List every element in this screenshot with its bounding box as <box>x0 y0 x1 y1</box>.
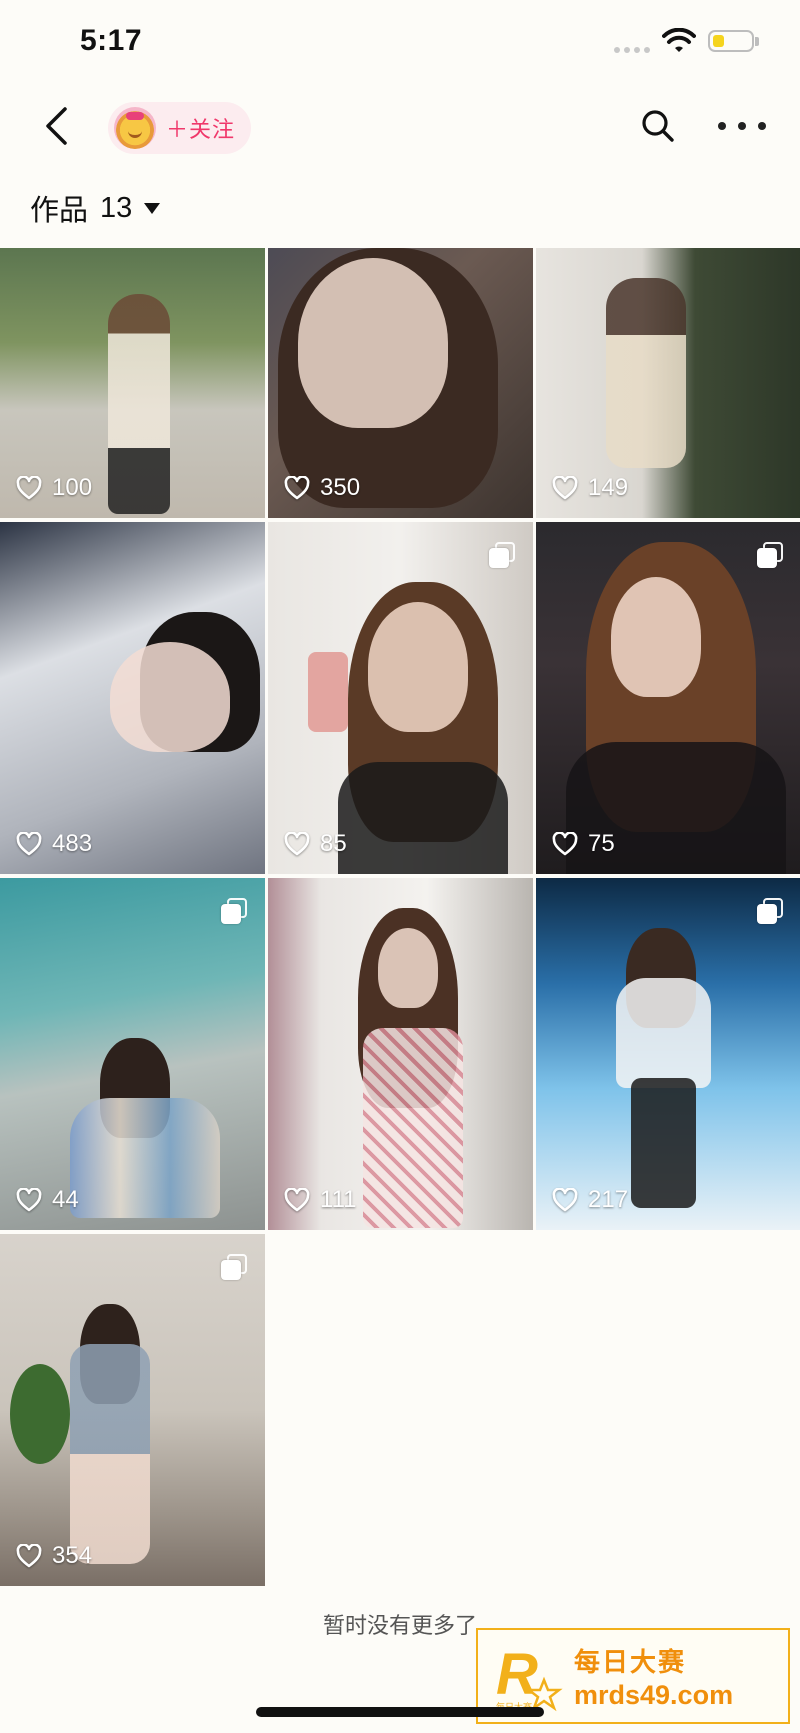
battery-level <box>713 35 724 47</box>
figure-shape <box>110 642 230 752</box>
plant-shape <box>10 1364 70 1464</box>
battery-icon <box>708 30 754 52</box>
figure-shape <box>363 1028 463 1228</box>
like-count-value: 149 <box>588 474 629 501</box>
wifi-icon <box>662 28 696 52</box>
heart-icon <box>284 476 310 500</box>
multi-image-icon <box>221 1254 247 1280</box>
heart-icon <box>552 476 578 500</box>
post-tile[interactable]: 75 <box>536 522 800 874</box>
heart-icon <box>284 1188 310 1212</box>
like-count-value: 111 <box>320 1186 357 1213</box>
status-bar: 5:17 <box>0 0 800 88</box>
figure-shape <box>108 294 170 514</box>
multi-image-icon <box>489 542 515 568</box>
figure-shape <box>338 762 508 874</box>
heart-icon <box>16 476 42 500</box>
like-count-value: 75 <box>588 830 615 857</box>
post-tile[interactable]: 85 <box>268 522 533 874</box>
watermark-title: 每日大赛 <box>574 1647 687 1677</box>
follow-button[interactable]: ＋关注 <box>108 102 252 154</box>
figure-shape <box>606 278 686 468</box>
signal-icon <box>614 44 654 56</box>
figure-shape <box>631 1078 696 1208</box>
like-count: 44 <box>16 1186 79 1214</box>
phone-shape <box>308 652 348 732</box>
nav-bar: ＋关注 <box>0 88 800 168</box>
heart-icon <box>284 832 310 856</box>
like-count: 350 <box>284 474 360 502</box>
post-tile[interactable]: 483 <box>0 522 265 874</box>
svg-text:R: R <box>496 1642 538 1707</box>
heart-icon <box>16 1188 42 1212</box>
post-tile[interactable]: 100 <box>0 248 265 518</box>
heart-icon <box>552 1188 578 1212</box>
post-tile[interactable]: 350 <box>268 248 533 518</box>
figure-shape <box>70 1098 220 1218</box>
post-tile[interactable]: 354 <box>0 1234 265 1586</box>
like-count-value: 217 <box>588 1186 629 1213</box>
post-tile[interactable]: 111 <box>268 878 533 1230</box>
multi-image-icon <box>221 898 247 924</box>
like-count: 149 <box>552 474 628 502</box>
search-icon[interactable] <box>638 106 678 146</box>
watermark-url: mrds49.com <box>574 1680 734 1710</box>
figure-shape <box>70 1344 150 1564</box>
figure-shape <box>611 577 701 697</box>
more-dots-icon <box>718 122 726 130</box>
multi-image-icon <box>757 898 783 924</box>
back-button[interactable] <box>34 102 78 150</box>
works-filter[interactable]: 作品 13 <box>30 186 161 230</box>
works-label: 作品 <box>30 195 89 227</box>
figure-shape <box>616 978 711 1088</box>
like-count: 111 <box>284 1186 356 1214</box>
post-tile[interactable]: 217 <box>536 878 800 1230</box>
like-count: 217 <box>552 1186 628 1214</box>
watermark-r-star-icon: R 每日大赛 <box>496 1642 563 1713</box>
like-count: 75 <box>552 830 615 858</box>
post-tile[interactable]: 44 <box>0 878 265 1230</box>
like-count: 483 <box>16 830 92 858</box>
heart-icon <box>16 832 42 856</box>
heart-icon <box>16 1544 42 1568</box>
like-count-value: 483 <box>52 830 93 857</box>
like-count: 85 <box>284 830 347 858</box>
figure-shape <box>368 602 468 732</box>
battery-tip <box>755 37 759 46</box>
post-tile[interactable]: 149 <box>536 248 800 518</box>
like-count-value: 100 <box>52 474 93 501</box>
home-indicator[interactable] <box>256 1707 544 1717</box>
chevron-left-icon <box>46 107 67 145</box>
heart-icon <box>552 832 578 856</box>
follow-label: ＋关注 <box>166 117 236 142</box>
like-count-value: 85 <box>320 830 347 857</box>
caret-down-icon <box>144 202 161 214</box>
status-time: 5:17 <box>80 24 143 57</box>
avatar[interactable] <box>114 107 156 149</box>
multi-image-icon <box>757 542 783 568</box>
more-button[interactable] <box>718 110 766 142</box>
figure-shape <box>378 928 438 1008</box>
like-count-value: 354 <box>52 1542 93 1569</box>
like-count-value: 44 <box>52 1186 79 1213</box>
like-count: 354 <box>16 1542 92 1570</box>
like-count: 100 <box>16 474 92 502</box>
works-count: 13 <box>100 191 133 224</box>
like-count-value: 350 <box>320 474 361 501</box>
figure-shape <box>298 258 448 428</box>
